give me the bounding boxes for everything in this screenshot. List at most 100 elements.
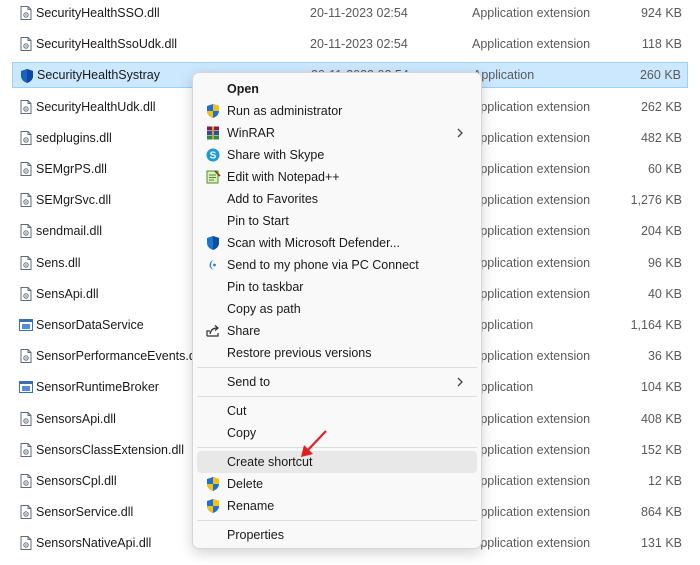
file-row[interactable]: SecurityHealthSSO.dll 20-11-2023 02:54 App… [12,0,688,26]
menu-separator [197,447,477,448]
menu-item-label: Send to [227,375,271,389]
menu-item-label: WinRAR [227,126,275,140]
menu-item-label: Rename [227,499,275,513]
uac-shield-icon [205,476,221,492]
menu-item-delete[interactable]: Delete [197,473,477,495]
file-type: Application extension [472,536,591,551]
file-type: Application extension [472,6,591,20]
dll-file-icon [18,255,34,271]
menu-separator [197,520,477,521]
file-name: SensorService.dll [36,505,134,520]
menu-item-pin-to-start[interactable]: Pin to Start [197,210,477,232]
chevron-right-icon [455,374,465,390]
file-name: SensorsCpl.dll [36,474,117,488]
menu-item-create-shortcut[interactable]: Create shortcut [197,451,477,473]
menu-item-share[interactable]: Share [197,320,477,342]
menu-item-properties[interactable]: Properties [197,524,477,546]
dll-file-icon [18,161,34,177]
menu-item-label: Share with Skype [227,148,325,162]
file-size: 104 KB [640,380,682,395]
menu-item-share-with-skype[interactable]: S Share with Skype [197,144,477,166]
file-type: Application extension [472,286,591,301]
menu-separator [197,396,477,397]
menu-item-label: Pin to taskbar [227,280,304,294]
file-size: 204 KB [640,224,682,239]
menu-item-label: Edit with Notepad++ [227,170,340,184]
notepad-plus-plus-icon [206,170,221,184]
file-type: Application extension [472,99,591,114]
menu-item-run-as-administrator[interactable]: Run as administrator [197,100,477,122]
file-type: Application extension [472,255,591,270]
menu-item-send-to[interactable]: Send to [197,371,477,393]
pc-connect-icon [209,260,216,270]
file-name: SecurityHealthSsoUdk.dll [36,37,178,52]
menu-item-rename[interactable]: Rename [197,495,477,517]
file-name: SecurityHealthUdk.dll [36,99,156,114]
dll-file-icon [18,99,34,115]
menu-item-label: Open [227,82,259,96]
uac-shield-icon [205,103,221,119]
exe-app-icon [18,379,34,395]
file-type: Application extension [472,193,591,208]
file-size: 131 KB [640,536,682,551]
menu-item-label: Share [227,324,261,338]
file-name: SensorPerformanceEvents.dll [36,349,202,364]
file-size: 924 KB [640,6,682,20]
menu-item-pin-to-taskbar[interactable]: Pin to taskbar [197,276,477,298]
defender-shield-icon [207,236,219,250]
file-row[interactable]: SecurityHealthSsoUdk.dll 20-11-2023 02:54… [12,31,688,57]
menu-item-label: Copy [227,426,257,440]
file-size: 262 KB [640,99,682,114]
file-name: SecurityHealthSystray [37,68,160,83]
file-name: SensorsApi.dll [36,411,116,426]
menu-item-label: Add to Favorites [227,192,319,206]
dll-file-icon [18,192,34,208]
file-type: Application extension [472,505,591,520]
menu-item-add-to-favorites[interactable]: Add to Favorites [197,188,477,210]
winrar-icon [207,126,219,140]
file-type: Application extension [472,442,591,457]
menu-item-restore-previous-versions[interactable]: Restore previous versions [197,342,477,364]
dll-file-icon [18,473,34,489]
dll-file-icon [18,223,34,239]
menu-item-scan-with-defender[interactable]: Scan with Microsoft Defender... [197,232,477,254]
dll-file-icon [18,36,34,52]
file-type: Application extension [472,224,591,239]
menu-item-label: Properties [227,528,284,542]
menu-item-copy-as-path[interactable]: Copy as path [197,298,477,320]
red-arrow-annotation-icon [301,430,327,457]
file-date: 20-11-2023 02:54 [310,37,408,52]
menu-item-edit-with-notepad[interactable]: Edit with Notepad++ [197,166,477,188]
menu-separator [197,367,477,368]
file-size: 152 KB [640,442,682,457]
file-size: 40 KB [647,286,682,301]
file-type: Application extension [472,37,591,52]
file-date: 20-11-2023 02:54 [310,6,408,20]
menu-item-label: Delete [227,477,264,491]
file-name: sendmail.dll [36,224,103,239]
file-size: 118 KB [641,37,682,52]
menu-item-send-to-phone[interactable]: Send to my phone via PC Connect [197,254,477,276]
context-menu: Open Run as administrator WinRAR S Share… [192,72,482,549]
file-name: Sens.dll [36,255,81,270]
menu-item-copy[interactable]: Copy [197,422,477,444]
file-name: SEMgrSvc.dll [36,193,112,208]
exe-app-icon [18,317,34,333]
menu-item-label: Copy as path [227,302,301,316]
file-size: 260 KB [639,68,681,83]
menu-item-open[interactable]: Open [197,78,477,100]
menu-item-winrar[interactable]: WinRAR [197,122,477,144]
dll-file-icon [18,535,34,551]
menu-item-label: Send to my phone via PC Connect [227,258,419,272]
file-size: 408 KB [640,411,682,426]
skype-icon: S [206,148,220,162]
file-type: Application extension [472,474,591,488]
menu-item-cut[interactable]: Cut [197,400,477,422]
menu-item-label: Pin to Start [227,214,289,228]
file-name: sedplugins.dll [36,130,112,145]
file-size: 1,276 KB [630,193,682,208]
file-name: SensApi.dll [36,286,99,301]
file-size: 864 KB [640,505,682,520]
dll-file-icon [18,130,34,146]
menu-item-label: Scan with Microsoft Defender... [227,236,400,250]
